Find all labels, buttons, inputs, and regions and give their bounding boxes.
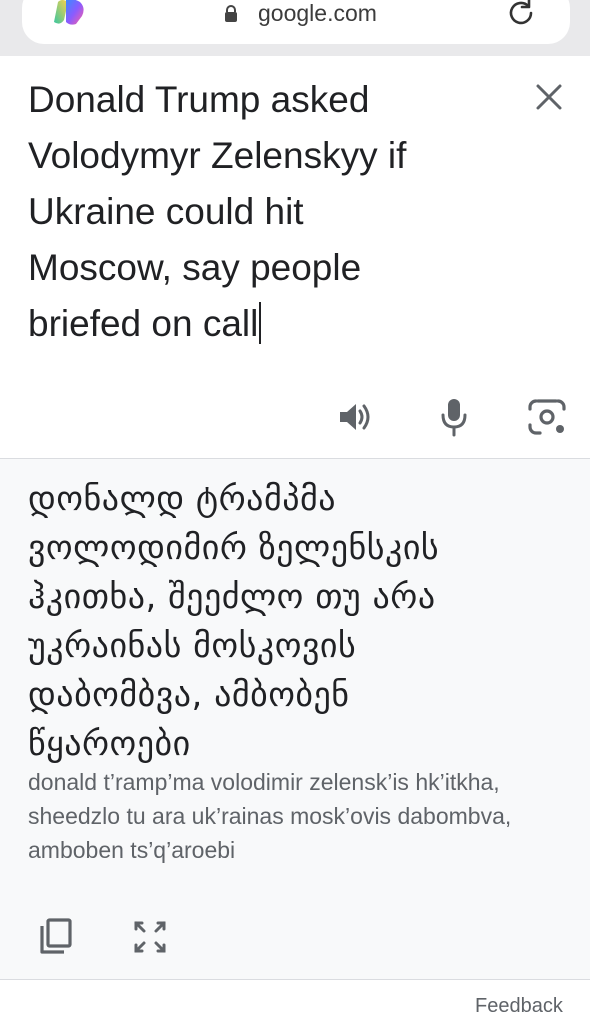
source-panel: Donald Trump asked Volodymyr Zelenskyy i… — [0, 56, 590, 458]
close-icon[interactable] — [532, 80, 566, 114]
translation-line: წყაროები — [28, 724, 191, 764]
copilot-icon[interactable] — [52, 0, 88, 26]
footer-divider — [0, 979, 590, 980]
translation-line: დაბომბვა, ამბობენ — [28, 675, 350, 715]
expand-icon[interactable] — [130, 917, 170, 957]
translation-line: ვოლოდიმირ ზელენსკის — [28, 528, 440, 568]
source-text[interactable]: Donald Trump asked Volodymyr Zelenskyy i… — [28, 79, 406, 344]
url-text[interactable]: google.com — [258, 0, 377, 26]
translation-text[interactable]: დონალდ ტრამპმა ვოლოდიმირ ზელენსკის ჰკითხ… — [28, 475, 576, 769]
reload-icon[interactable] — [504, 0, 538, 30]
browser-top-bar: google.com — [0, 0, 590, 56]
speaker-icon[interactable] — [335, 397, 375, 437]
translation-line: დონალდ ტრამპმა — [28, 479, 337, 519]
text-cursor — [259, 302, 262, 344]
translation-line: ჰკითხა, შეეძლო თუ არა — [28, 577, 436, 617]
translation-line: უკრაინას მოსკოვის — [28, 626, 357, 666]
lens-icon[interactable] — [526, 397, 568, 437]
transliteration-text: donald t’ramp’ma volodimir zelensk’is hk… — [28, 769, 512, 863]
source-text-input[interactable]: Donald Trump asked Volodymyr Zelenskyy i… — [28, 72, 498, 352]
translation-panel: დონალდ ტრამპმა ვოლოდიმირ ზელენსკის ჰკითხ… — [0, 459, 590, 979]
copy-icon[interactable] — [36, 916, 76, 956]
mic-icon[interactable] — [437, 397, 471, 437]
feedback-link[interactable]: Feedback — [475, 994, 563, 1018]
lock-icon — [225, 5, 237, 22]
